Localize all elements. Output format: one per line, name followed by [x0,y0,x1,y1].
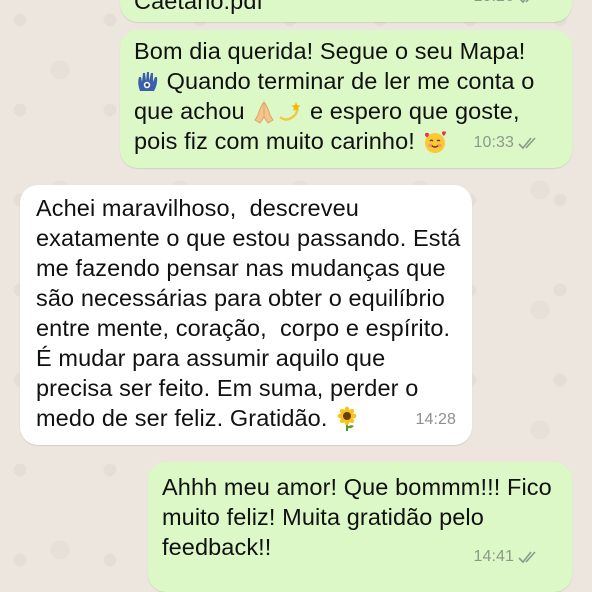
message-text-segment: pois fiz com muito carinho! [134,128,422,154]
message-text-segment: e espero que goste, [309,98,520,124]
message-time: 10:33 [473,134,514,151]
message-text-segment: que achou [134,98,252,124]
message-meta: 10:33 [473,128,540,158]
double-check-icon [518,137,536,150]
folded-hands-emoji [254,101,274,124]
message-bubble-outgoing[interactable]: Bom dia querida! Segue o seu Mapa! Quand… [120,30,572,168]
message-text-line: que achou e espero que goste, [134,96,534,126]
message-text-line: me fazendo pensar nas mudanças que [36,255,446,281]
pdf-filename[interactable]: Caetano.pdf [134,0,263,16]
message-meta: 10:26 [473,0,540,12]
hamsa-emoji [138,72,158,91]
message-text-segment: Quando terminar de ler me conta o [160,68,535,94]
message-text-line: É mudar para assumir aquilo que [36,345,386,371]
smiling-face-with-hearts-emoji [424,131,446,153]
sunflower-emoji [337,406,357,431]
message-time: 10:26 [473,0,514,12]
message-bubble-pdf[interactable]: Caetano.pdf 10:26 [120,0,572,22]
message-time: 14:28 [415,411,456,428]
message-text-line: Quando terminar de ler me conta o [134,66,534,96]
double-check-icon [518,551,536,564]
dizzy-emoji [279,102,301,121]
double-check-icon [519,0,529,4]
message-bubble-incoming[interactable]: Achei maravilhoso, descreveu exatamente … [20,185,472,445]
message-text-line: entre mente, coração, corpo e espírito. [36,315,451,341]
message-text-line: Ahhh meu amor! Que bommm!!! Fico [162,474,552,500]
message-text-line: Achei maravilhoso, descreveu [36,195,359,221]
message-text-line: precisa ser feito. Em suma, perder o [36,375,419,401]
message-text-line: Bom dia querida! Segue o seu Mapa! [134,38,526,64]
message-text-line: exatamente o que estou passando. Está [36,225,461,251]
message-time: 14:41 [473,548,514,565]
message-text-segment: medo de ser feliz. Gratidão. [36,405,335,431]
message-text-line: muito feliz! Muita gratidão pelo [162,504,484,530]
message-text-line: são necessárias para obter o equilíbrio [36,285,445,311]
message-bubble-outgoing[interactable]: Ahhh meu amor! Que bommm!!! Fico muito f… [148,462,572,592]
message-meta: 14:41 [473,542,540,572]
message-text-line: medo de ser feliz. Gratidão. [36,403,460,433]
message-meta: 14:28 [415,405,456,435]
